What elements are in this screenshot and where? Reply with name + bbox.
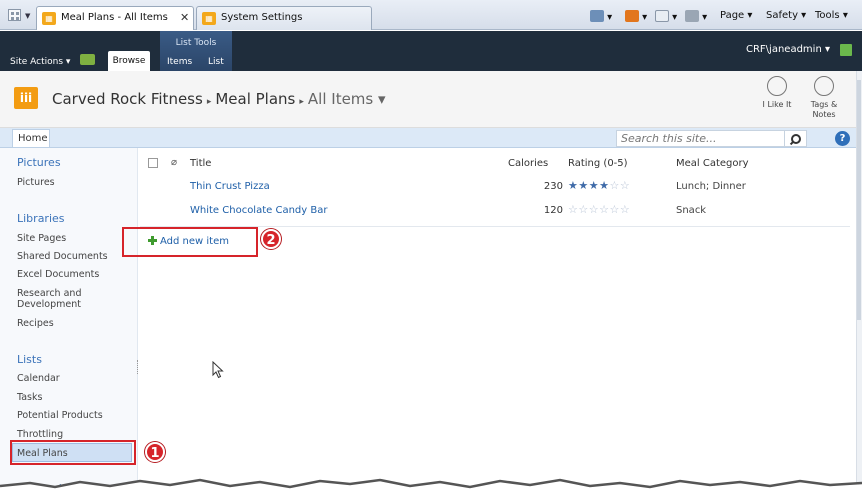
- ql-item-site-pages[interactable]: Site Pages: [17, 233, 127, 244]
- scrollbar-thumb[interactable]: [857, 80, 861, 320]
- star-icon[interactable]: ☆: [620, 179, 630, 192]
- mail-icon[interactable]: ▾: [655, 10, 677, 23]
- mouse-cursor-icon: [212, 361, 224, 379]
- ql-item-pictures[interactable]: Pictures: [17, 177, 127, 188]
- home-icon[interactable]: ▾: [590, 10, 612, 23]
- page-menu[interactable]: Page ▾: [720, 10, 752, 21]
- list-tools-label: List Tools: [175, 38, 217, 48]
- ql-item-shared-documents[interactable]: Shared Documents: [17, 251, 127, 262]
- browser-tab-meal-plans[interactable]: ▦ Meal Plans - All Items: [36, 6, 194, 30]
- site-logo-icon[interactable]: iii: [14, 87, 38, 109]
- column-header-title[interactable]: Title: [190, 158, 211, 169]
- select-all-checkbox[interactable]: [148, 158, 158, 168]
- tab-title: System Settings: [221, 12, 303, 23]
- tab-list[interactable]: List: [208, 57, 224, 67]
- row-calories: 230: [543, 181, 563, 192]
- rating-stars[interactable]: ★★★★☆☆: [568, 179, 630, 192]
- search-input[interactable]: Search this site...: [616, 130, 785, 147]
- callout-badge-2: 2: [261, 229, 281, 249]
- quick-launch-splitter[interactable]: [137, 360, 139, 374]
- breadcrumb-list[interactable]: Meal Plans: [215, 90, 295, 108]
- print-icon[interactable]: ▾: [685, 10, 707, 23]
- browser-tab-system-settings[interactable]: ▦ System Settings: [196, 6, 372, 30]
- row-meal-category: Lunch; Dinner: [676, 181, 746, 192]
- ql-item-excel-documents[interactable]: Excel Documents: [17, 269, 127, 280]
- site-actions-menu[interactable]: Site Actions ▾: [10, 57, 70, 67]
- column-header-rating[interactable]: Rating (0-5): [568, 158, 628, 169]
- breadcrumb: Carved Rock Fitness ▸ Meal Plans ▸ All Items…: [52, 90, 386, 108]
- i-like-it-label: I Like It: [762, 100, 792, 109]
- ql-item-research-and-development[interactable]: Research and Development: [17, 288, 107, 310]
- tags-notes-button[interactable]: Tags & Notes: [804, 76, 844, 120]
- row-title-link[interactable]: White Chocolate Candy Bar: [190, 205, 327, 216]
- star-icon[interactable]: ☆: [568, 203, 578, 216]
- row-meal-category: Snack: [676, 205, 707, 216]
- tab-list-dropdown-icon[interactable]: ▼: [25, 12, 30, 20]
- star-icon[interactable]: ★: [589, 179, 599, 192]
- star-icon[interactable]: ☆: [578, 203, 588, 216]
- ql-heading-lists[interactable]: Lists: [17, 353, 42, 366]
- rating-stars[interactable]: ☆☆☆☆☆☆: [568, 203, 630, 216]
- quick-tabs-icon[interactable]: [8, 9, 21, 21]
- star-icon[interactable]: ★: [578, 179, 588, 192]
- attachment-icon: ⌀: [171, 157, 178, 168]
- star-icon[interactable]: ☆: [620, 203, 630, 216]
- torn-edge-decoration: [0, 478, 862, 496]
- like-icon: [767, 76, 787, 96]
- safety-menu[interactable]: Safety ▾: [766, 10, 806, 21]
- nav-home[interactable]: Home: [12, 129, 50, 147]
- star-icon[interactable]: ★: [599, 179, 609, 192]
- tab-browse[interactable]: Browse: [108, 51, 150, 71]
- sharepoint-favicon-icon: ▦: [202, 12, 216, 25]
- tools-menu[interactable]: Tools ▾: [815, 10, 848, 21]
- ql-item-recipes[interactable]: Recipes: [17, 318, 127, 329]
- notes-label: Notes: [812, 110, 836, 119]
- ql-item-calendar[interactable]: Calendar: [17, 373, 127, 384]
- ql-item-tasks[interactable]: Tasks: [17, 392, 127, 403]
- navigate-up-icon[interactable]: [80, 54, 95, 65]
- star-icon[interactable]: ☆: [589, 203, 599, 216]
- ql-item-potential-products[interactable]: Potential Products: [17, 410, 127, 421]
- callout-box-add-new: [122, 227, 258, 257]
- tab-title: Meal Plans - All Items: [61, 12, 168, 23]
- row-calories: 120: [543, 205, 563, 216]
- close-tab-icon[interactable]: ✕: [180, 11, 189, 24]
- ql-item-throttling[interactable]: Throttling: [17, 429, 127, 440]
- feeds-icon[interactable]: ▾: [625, 10, 647, 23]
- sharepoint-favicon-icon: ▦: [42, 12, 56, 25]
- column-header-meal-category[interactable]: Meal Category: [676, 158, 749, 169]
- tags-label: Tags &: [810, 100, 838, 109]
- row-title-link[interactable]: Thin Crust Pizza: [190, 181, 270, 192]
- star-icon[interactable]: ☆: [599, 203, 609, 216]
- search-icon[interactable]: [785, 130, 807, 147]
- ql-heading-pictures[interactable]: Pictures: [17, 156, 61, 169]
- i-like-it-button[interactable]: I Like It: [757, 76, 797, 110]
- breadcrumb-site[interactable]: Carved Rock Fitness: [52, 90, 203, 108]
- star-icon[interactable]: ★: [568, 179, 578, 192]
- tab-items[interactable]: Items: [167, 57, 192, 67]
- user-menu[interactable]: CRF\janeadmin ▾: [746, 44, 830, 55]
- column-header-calories[interactable]: Calories: [508, 158, 548, 169]
- user-status-icon: [840, 44, 852, 56]
- callout-box-meal-plans: [10, 440, 136, 465]
- breadcrumb-view[interactable]: All Items ▾: [308, 90, 386, 108]
- help-icon[interactable]: ?: [835, 131, 850, 146]
- tag-icon: [814, 76, 834, 96]
- callout-badge-1: 1: [145, 442, 165, 462]
- ql-heading-libraries[interactable]: Libraries: [17, 212, 65, 225]
- star-icon[interactable]: ☆: [610, 179, 620, 192]
- star-icon[interactable]: ☆: [610, 203, 620, 216]
